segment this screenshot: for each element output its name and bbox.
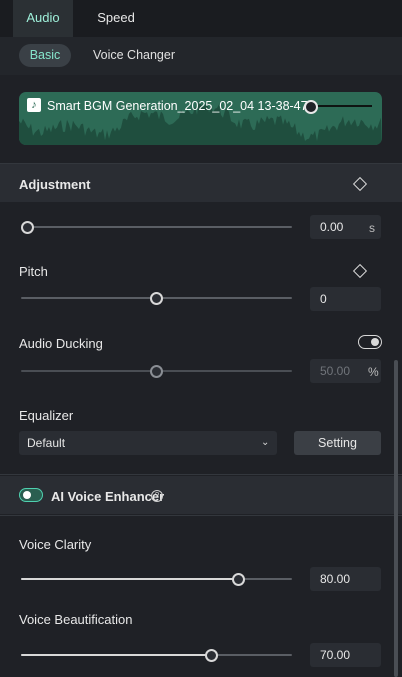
adjustment-slider-track[interactable]	[27, 226, 292, 228]
music-note-icon: ♪	[27, 98, 41, 112]
pitch-value-field[interactable]: 0	[310, 287, 381, 311]
voice-beautification-value-field[interactable]: 70.00	[310, 643, 381, 667]
pitch-slider-knob[interactable]	[150, 292, 163, 305]
voice-clarity-slider-knob[interactable]	[232, 573, 245, 586]
divider	[0, 515, 402, 516]
voice-beautification-value: 70.00	[320, 648, 351, 662]
voice-beautification-slider-fill	[21, 654, 211, 656]
adjustment-title: Adjustment	[19, 177, 91, 192]
audio-ducking-toggle[interactable]	[358, 335, 382, 349]
equalizer-label: Equalizer	[19, 408, 74, 423]
audio-ducking-label: Audio Ducking	[19, 336, 103, 351]
ai-voice-enhancer-title: AI Voice Enhancer	[51, 489, 165, 504]
adjustment-slider-knob[interactable]	[21, 221, 34, 234]
pitch-label: Pitch	[19, 264, 48, 279]
equalizer-setting-button[interactable]: Setting	[294, 431, 381, 455]
chevron-down-icon: ⌄	[261, 437, 270, 448]
clip-title: Smart BGM Generation_2025_02_04 13-38-47	[47, 99, 308, 113]
voice-clarity-slider-fill	[21, 578, 238, 580]
ai-voice-enhancer-toggle[interactable]	[19, 488, 43, 502]
clip-volume-track[interactable]	[310, 105, 372, 107]
adjustment-unit: s	[369, 221, 375, 235]
ducking-value: 50.00	[320, 364, 351, 378]
pitch-value: 0	[320, 292, 327, 306]
voice-clarity-value: 80.00	[320, 572, 351, 586]
divider	[0, 474, 402, 475]
clip-volume-knob[interactable]	[304, 100, 318, 114]
ducking-slider-knob[interactable]	[150, 365, 163, 378]
voice-beautification-label: Voice Beautification	[19, 612, 133, 627]
voice-clarity-label: Voice Clarity	[19, 537, 92, 552]
subtab-voice-changer[interactable]: Voice Changer	[86, 44, 182, 67]
ducking-unit: %	[368, 365, 379, 379]
voice-clarity-value-field[interactable]: 80.00	[310, 567, 381, 591]
voice-beautification-slider-knob[interactable]	[205, 649, 218, 662]
panel-scrollbar[interactable]	[394, 360, 398, 677]
adjustment-value: 0.00	[320, 220, 344, 234]
tab-speed[interactable]: Speed	[88, 0, 144, 37]
subtab-basic[interactable]: Basic	[19, 44, 71, 67]
equalizer-preset-dropdown[interactable]: Default	[19, 431, 277, 455]
tab-audio[interactable]: Audio	[13, 0, 73, 39]
help-icon[interactable]: ?	[151, 490, 163, 502]
pitch-keyframe-diamond-icon[interactable]	[352, 263, 368, 279]
equalizer-preset: Default	[27, 436, 66, 450]
